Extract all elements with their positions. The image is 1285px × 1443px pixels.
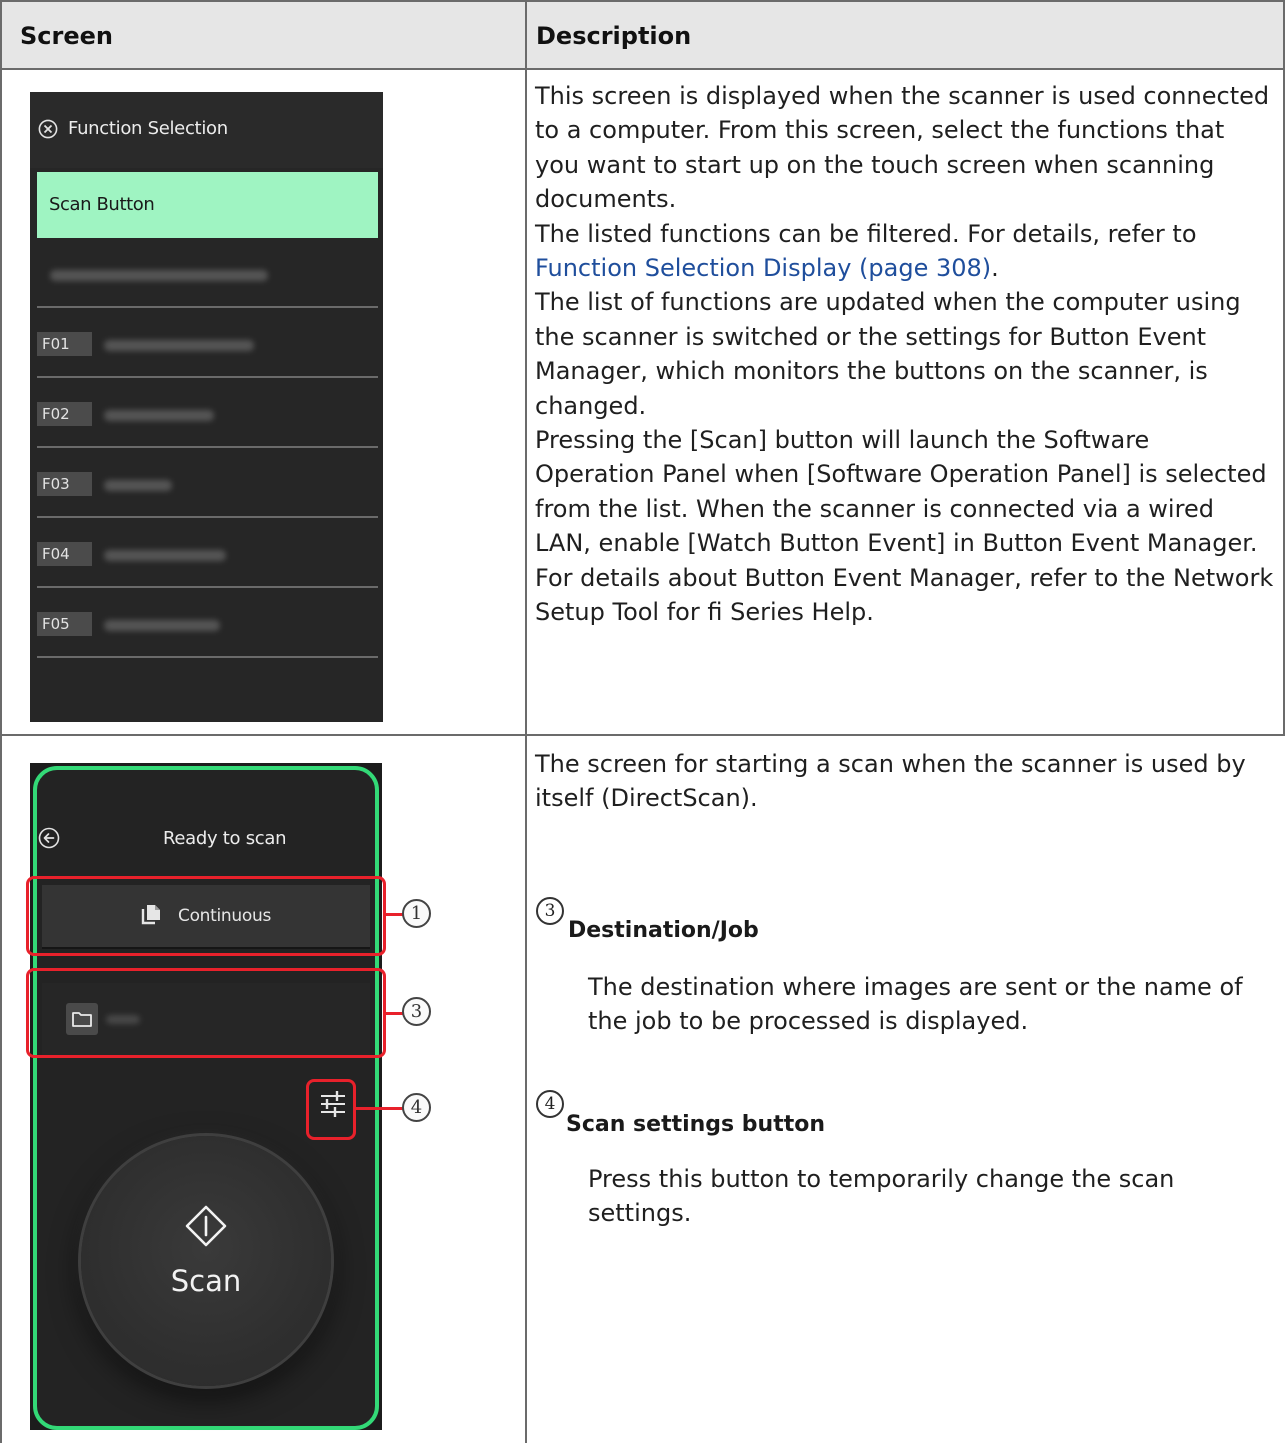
function-list-item[interactable]: F02: [30, 380, 383, 448]
description-paragraph: Pressing the [Scan] button will launch t…: [535, 426, 1267, 558]
table-border-top: [0, 0, 1285, 2]
close-circle-icon[interactable]: [38, 119, 58, 139]
description-paragraph: The list of functions are updated when t…: [535, 288, 1241, 420]
description-paragraph: This screen is displayed when the scanne…: [535, 82, 1270, 214]
callout-box-3: [26, 968, 386, 1058]
callout-box-1: [26, 876, 386, 956]
back-arrow-icon[interactable]: [38, 827, 60, 849]
scan-label: Scan: [170, 1264, 242, 1298]
callout-box-4: [306, 1079, 356, 1140]
function-selection-title-bar: Function Selection: [30, 92, 383, 168]
scan-start-button[interactable]: Scan: [81, 1136, 331, 1386]
function-number-badge: F05: [37, 612, 92, 636]
start-diamond-icon: [185, 1205, 227, 1247]
blurred-label: [50, 270, 268, 281]
blurred-label: [104, 620, 220, 631]
table-border-right: [1283, 0, 1285, 736]
description-paragraph: The listed functions can be filtered. Fo…: [535, 219, 1197, 283]
function-number-badge: F02: [37, 402, 92, 426]
ready-to-scan-title: Ready to scan: [163, 828, 287, 849]
table-border-left: [0, 0, 2, 1443]
callout-number-3: 3: [402, 997, 431, 1026]
row2-intro: The screen for starting a scan when the …: [535, 750, 1246, 813]
description-paragraph: For details about Button Event Manager, …: [535, 563, 1274, 627]
section-number-4: 4: [536, 1090, 564, 1118]
table-header: Screen Description: [0, 0, 1285, 68]
scan-settings-description: Press this button to temporarily change …: [588, 1165, 1175, 1228]
scan-button-item[interactable]: Scan Button: [37, 172, 378, 238]
destination-job-description: The destination where images are sent or…: [588, 973, 1243, 1036]
function-list-item[interactable]: F05: [30, 590, 383, 658]
function-list-item[interactable]: F04: [30, 520, 383, 588]
callout-number-4: 4: [402, 1093, 431, 1122]
header-description: Description: [536, 22, 692, 50]
scan-settings-heading: Scan settings button: [566, 1112, 826, 1137]
function-list-item[interactable]: F01: [30, 310, 383, 378]
row1-description: This screen is displayed when the scanne…: [535, 79, 1275, 630]
function-selection-display-link[interactable]: Function Selection Display (page 308): [535, 254, 991, 282]
row-divider: [0, 734, 1285, 736]
callout-number-1: 1: [402, 899, 431, 928]
function-number-badge: F03: [37, 472, 92, 496]
header-divider: [0, 68, 1285, 70]
blurred-label: [104, 410, 214, 421]
function-selection-title: Function Selection: [68, 118, 228, 139]
function-selection-screen: Function Selection Scan Button F01 F02 F…: [30, 92, 383, 722]
scan-button-item-label: Scan Button: [49, 194, 155, 215]
header-screen: Screen: [20, 22, 113, 50]
function-list-item[interactable]: [30, 240, 383, 308]
blurred-label: [104, 480, 172, 491]
callout-leader-4: [356, 1107, 404, 1110]
column-divider: [525, 0, 527, 1443]
blurred-label: [104, 340, 254, 351]
function-number-badge: F01: [37, 332, 92, 356]
function-list-item[interactable]: F03: [30, 450, 383, 518]
blurred-label: [104, 550, 226, 561]
section-number-3: 3: [536, 897, 564, 925]
destination-job-heading: Destination/Job: [568, 918, 759, 943]
function-number-badge: F04: [37, 542, 92, 566]
